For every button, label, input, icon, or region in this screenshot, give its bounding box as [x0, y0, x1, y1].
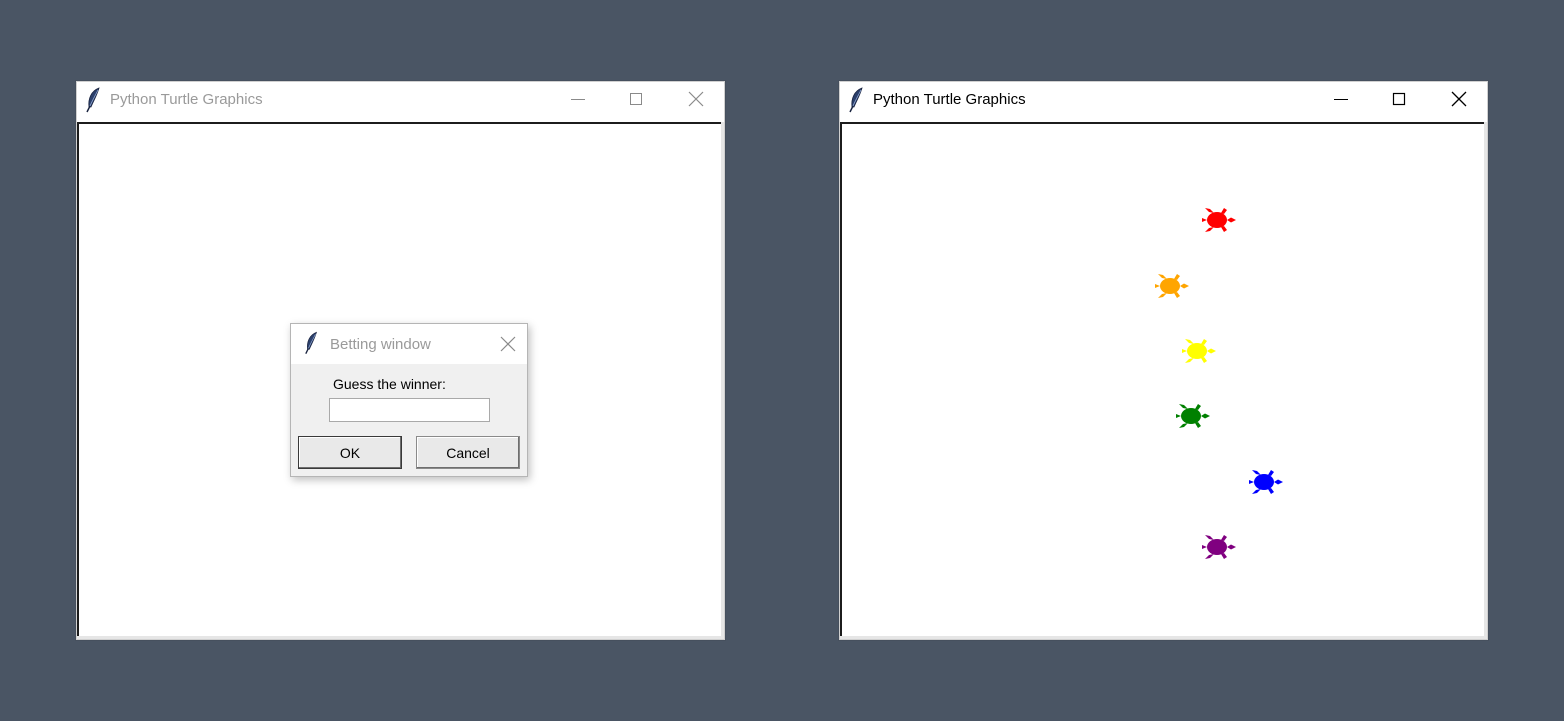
close-button[interactable]	[1430, 82, 1488, 116]
betting-dialog: Betting window Guess the winner: OK Canc…	[290, 323, 528, 477]
maximize-icon	[1392, 92, 1406, 106]
right-turtle-window: Python Turtle Graphics	[839, 81, 1488, 640]
turtle-red	[1201, 205, 1237, 235]
close-icon	[688, 91, 704, 107]
left-window-title: Python Turtle Graphics	[110, 91, 263, 108]
dialog-prompt: Guess the winner:	[333, 376, 446, 392]
window-frame	[721, 122, 724, 639]
maximize-button[interactable]	[1370, 82, 1428, 116]
minimize-button[interactable]	[549, 82, 607, 116]
turtle-purple	[1201, 532, 1237, 562]
turtle-blue	[1248, 467, 1284, 497]
turtle-green	[1175, 401, 1211, 431]
maximize-icon	[630, 93, 642, 105]
turtle-orange	[1154, 271, 1190, 301]
right-window-titlebar[interactable]: Python Turtle Graphics	[840, 82, 1487, 122]
dialog-title: Betting window	[330, 336, 431, 353]
window-frame	[840, 636, 1487, 639]
close-icon	[1451, 91, 1467, 107]
close-button[interactable]	[667, 82, 725, 116]
cancel-button[interactable]: Cancel	[416, 436, 520, 469]
right-window-title: Python Turtle Graphics	[873, 91, 1026, 108]
minimize-button[interactable]	[1312, 82, 1370, 116]
feather-icon	[848, 87, 866, 113]
window-frame	[77, 636, 724, 639]
maximize-button[interactable]	[607, 82, 665, 116]
minimize-icon	[1334, 99, 1348, 100]
ok-button[interactable]: OK	[298, 436, 402, 469]
feather-icon	[304, 331, 320, 355]
close-icon	[500, 336, 516, 352]
dialog-titlebar[interactable]: Betting window	[291, 324, 527, 364]
left-window-titlebar[interactable]: Python Turtle Graphics	[77, 82, 724, 122]
turtle-canvas[interactable]	[840, 122, 1484, 636]
feather-icon	[85, 87, 103, 113]
turtle-yellow	[1181, 336, 1217, 366]
winner-input[interactable]	[329, 398, 490, 422]
minimize-icon	[571, 99, 585, 100]
dialog-close-button[interactable]	[493, 329, 523, 359]
window-frame	[1484, 122, 1487, 639]
